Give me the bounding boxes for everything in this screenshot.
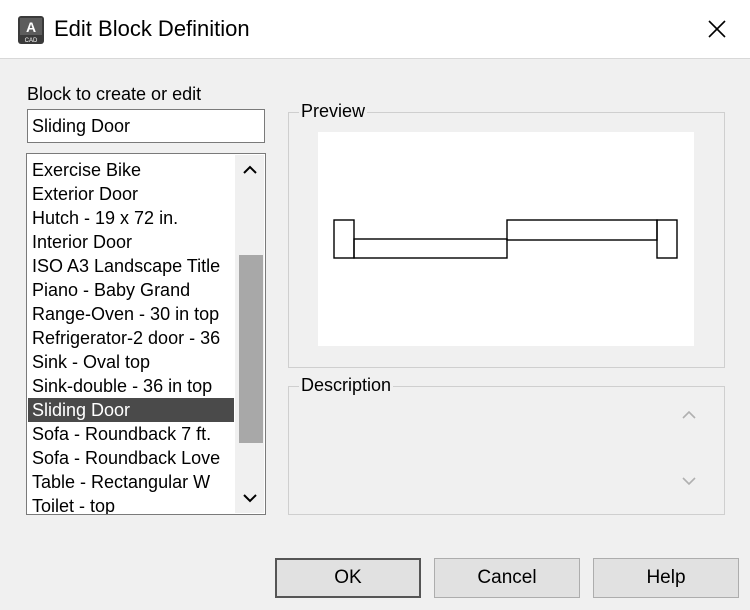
scroll-down-button[interactable] [235,483,264,513]
list-item[interactable]: Sink - Oval top [28,350,234,374]
description-group [288,386,725,515]
description-scroll-up[interactable] [674,410,704,434]
close-button[interactable] [692,4,742,54]
preview-label: Preview [299,101,368,122]
title-bar: A CAD Edit Block Definition [0,0,750,59]
list-item[interactable]: Sink-double - 36 in top [28,374,234,398]
dialog-title: Edit Block Definition [54,16,250,41]
block-name-input[interactable]: Sliding Door [27,109,265,143]
sliding-door-preview [333,219,678,259]
list-item[interactable]: Hutch - 19 x 72 in. [28,206,234,230]
cancel-button[interactable]: Cancel [434,558,580,598]
list-item[interactable]: Refrigerator-2 door - 36 [28,326,234,350]
list-item[interactable]: Toilet - top [28,494,234,514]
block-list[interactable]: Exercise Bike Exterior Door Hutch - 19 x 7… [26,153,266,515]
block-preview-canvas [318,132,694,346]
block-name-label: Block to create or edit [27,84,202,104]
list-item[interactable]: Sliding Door [28,398,234,422]
list-item[interactable]: ISO A3 Landscape Title [28,254,234,278]
app-icon-letter: A [26,19,36,35]
autocad-app-icon: A CAD [18,16,44,44]
app-icon-caption: CAD [25,38,38,44]
chevron-up-icon [242,165,257,174]
description-scrollbar[interactable] [674,402,704,506]
ok-button[interactable]: OK [275,558,421,598]
chevron-down-icon [682,477,696,486]
list-item[interactable]: Range-Oven - 30 in top [28,302,234,326]
list-item[interactable]: Piano - Baby Grand [28,278,234,302]
help-button[interactable]: Help [593,558,739,598]
scroll-thumb[interactable] [239,255,263,443]
list-item[interactable]: Exercise Bike [28,158,234,182]
description-scroll-down[interactable] [674,476,704,500]
block-list-items: Exercise Bike Exterior Door Hutch - 19 x 7… [28,158,234,514]
list-item[interactable]: Table - Rectangular W [28,470,234,494]
list-item[interactable]: Exterior Door [28,182,234,206]
block-list-scrollbar[interactable] [235,155,264,513]
list-item[interactable]: Interior Door [28,230,234,254]
chevron-down-icon [242,494,257,503]
close-icon [708,20,726,38]
list-item[interactable]: Sofa - Roundback 7 ft. [28,422,234,446]
chevron-up-icon [682,410,696,419]
scroll-up-button[interactable] [235,155,264,185]
description-label: Description [299,375,394,396]
list-item[interactable]: Sofa - Roundback Love [28,446,234,470]
